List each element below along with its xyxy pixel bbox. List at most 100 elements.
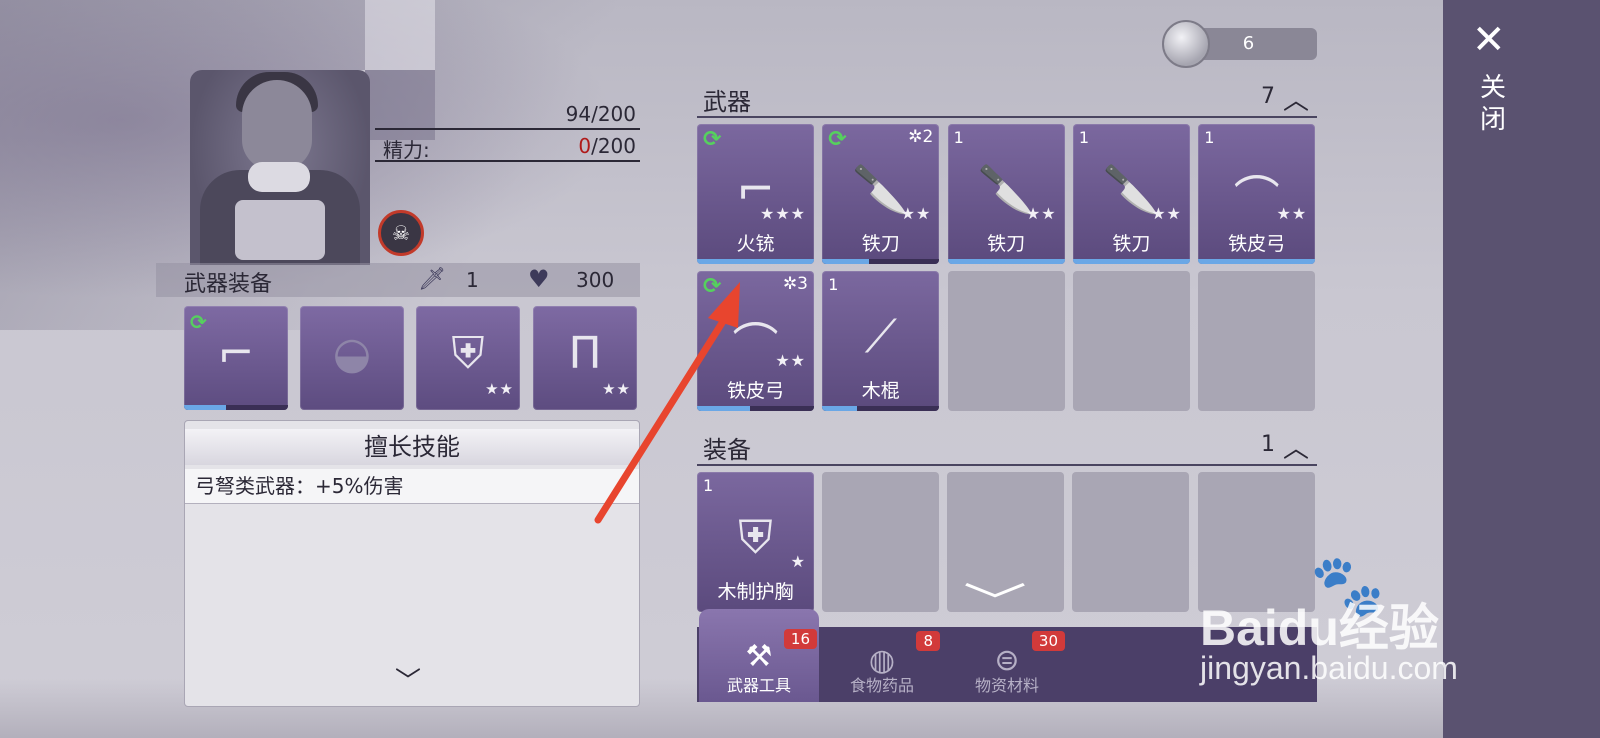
empty-slot: [1198, 271, 1316, 411]
empty-slot: [1072, 472, 1189, 612]
chevron-down-icon[interactable]: ﹀: [395, 661, 421, 698]
equipment-section-title: 装备: [703, 436, 751, 464]
slot-stars: ★★: [485, 380, 514, 398]
item-progress: [1072, 259, 1190, 264]
tab-badge: 8: [916, 631, 940, 651]
item-progress: [822, 406, 940, 411]
stat-row-energy: 精力: 0/200: [375, 132, 640, 162]
chevron-up-icon[interactable]: ︿: [1283, 80, 1309, 117]
item-name: 铁刀: [987, 233, 1026, 255]
refresh-icon: ⟳: [703, 127, 722, 152]
pants-icon: Π: [568, 328, 602, 379]
armor-icon: ⛨: [451, 328, 485, 379]
item-progress: [1198, 259, 1316, 264]
cap-icon: ◒: [332, 328, 372, 379]
tab-weapons-tools[interactable]: ⚒ 16 武器工具: [699, 609, 819, 702]
item-name: 铁刀: [1112, 233, 1151, 255]
skill-badge-icon[interactable]: ☠: [378, 210, 424, 256]
tab-materials[interactable]: ⊜ 30 物资材料: [947, 627, 1067, 702]
tab-badge: 30: [1031, 631, 1065, 651]
item-stars: ★★: [1276, 204, 1308, 223]
scroll-down-icon[interactable]: ﹀: [963, 570, 1027, 628]
equip-slot-weapon[interactable]: ⟳ ⌐: [184, 306, 288, 410]
attack-value: 1: [466, 268, 479, 292]
tab-food-medicine[interactable]: ◍ 8 食物药品: [822, 627, 942, 702]
equipment-bar: 武器装备 🗡 1 ♥ 300: [156, 263, 640, 297]
item-count: 1: [1204, 128, 1215, 147]
musket-icon: ⌐: [217, 328, 255, 379]
weapon-card[interactable]: ⟳ ⌐ ★★★ 火铳: [697, 124, 814, 264]
equip-slot-hat[interactable]: ◒: [300, 306, 404, 410]
item-count: 1: [828, 275, 839, 294]
item-name: 木制护胸: [717, 581, 794, 603]
weapon-card[interactable]: 1 ⌒ ★★ 铁皮弓: [1198, 124, 1316, 264]
equipment-title: 武器装备: [184, 272, 273, 297]
item-progress: [697, 406, 814, 411]
item-progress: [822, 259, 940, 264]
item-progress-fill: [822, 406, 858, 411]
character-portrait[interactable]: [190, 70, 370, 265]
empty-slot: [947, 271, 1065, 411]
item-progress-fill: [1198, 259, 1316, 264]
energy-value: 0/200: [578, 134, 636, 158]
equipment-header[interactable]: 装备 1 ︿: [697, 428, 1317, 466]
stick-icon: ⟋: [864, 309, 897, 363]
item-progress-fill: [822, 259, 870, 264]
item-name: 火铳: [736, 233, 775, 255]
weapon-card[interactable]: 1 🔪 ★★ 铁刀: [947, 124, 1065, 264]
item-progress-fill: [697, 259, 814, 264]
equipment-count: 1: [1261, 432, 1275, 457]
energy-label: 精力:: [383, 138, 430, 162]
hp-value: 300: [576, 268, 615, 292]
weapons-header[interactable]: 武器 7 ︿: [697, 80, 1317, 118]
empty-slot: [822, 472, 939, 612]
currency-value: 6: [1242, 33, 1255, 54]
slot-progress: [184, 405, 226, 410]
tab-badge: 16: [783, 629, 817, 649]
item-name: 木棍: [861, 380, 900, 402]
item-count: 1: [1078, 128, 1090, 147]
equip-slot-pants[interactable]: Π ★★: [533, 306, 637, 410]
item-progress: [697, 259, 814, 264]
slot-stars: ★★: [602, 380, 631, 398]
close-button[interactable]: 关闭: [1478, 72, 1508, 136]
item-stars: ★: [790, 552, 806, 571]
close-icon[interactable]: ✕: [1472, 20, 1506, 60]
baidu-watermark: 🐾 Baidu经验 jingyan.baidu.com: [1200, 550, 1490, 710]
heart-icon: ♥: [528, 265, 550, 293]
tab-label: 物资材料: [974, 676, 1039, 695]
item-name: 铁刀: [861, 233, 900, 255]
item-stars: ★★: [1151, 204, 1182, 223]
item-count: 1: [953, 128, 964, 147]
empty-slot: [1072, 271, 1190, 411]
refresh-icon: ⟳: [828, 127, 847, 152]
watermark-url: jingyan.baidu.com: [1200, 650, 1458, 686]
weapons-count: 7: [1261, 84, 1275, 109]
item-progress-fill: [947, 259, 1065, 264]
refresh-icon: ⟳: [703, 274, 722, 299]
upgrade-gear-icon: ✲3: [782, 274, 808, 294]
weapon-card[interactable]: ⟳ ✲2 🔪 ★★ 铁刀: [822, 124, 940, 264]
weapon-card[interactable]: 1 ⟋ 木棍: [822, 271, 940, 411]
weapon-card[interactable]: ⟳ ✲3 ⌒ ★★ 铁皮弓: [697, 271, 814, 411]
item-progress-fill: [697, 406, 750, 411]
item-name: 铁皮弓: [726, 380, 784, 402]
item-name: 铁皮弓: [1228, 233, 1286, 255]
checker-tile: [365, 0, 435, 70]
item-stars: ★★: [900, 204, 932, 223]
item-stars: ★★: [1025, 204, 1057, 223]
skills-title: 擅长技能: [185, 429, 639, 465]
item-progress-fill: [1072, 259, 1190, 264]
item-stars: ★★★: [759, 204, 806, 223]
skill-item: 弓弩类武器：+5%伤害: [185, 469, 639, 504]
equipment-card[interactable]: 1 ⛨ ★ 木制护胸: [697, 472, 814, 612]
weapon-card[interactable]: 1 🔪 ★★ 铁刀: [1072, 124, 1190, 264]
chevron-up-icon[interactable]: ︿: [1283, 428, 1309, 465]
upgrade-gear-icon: ✲2: [908, 127, 934, 147]
equip-slot-armor[interactable]: ⛨ ★★: [416, 306, 520, 410]
stat-row-health: 94/200: [375, 100, 640, 130]
sword-icon: 🗡: [418, 267, 446, 292]
weapons-title: 武器: [703, 88, 751, 116]
item-count: 1: [703, 476, 714, 495]
item-progress: [947, 259, 1065, 264]
